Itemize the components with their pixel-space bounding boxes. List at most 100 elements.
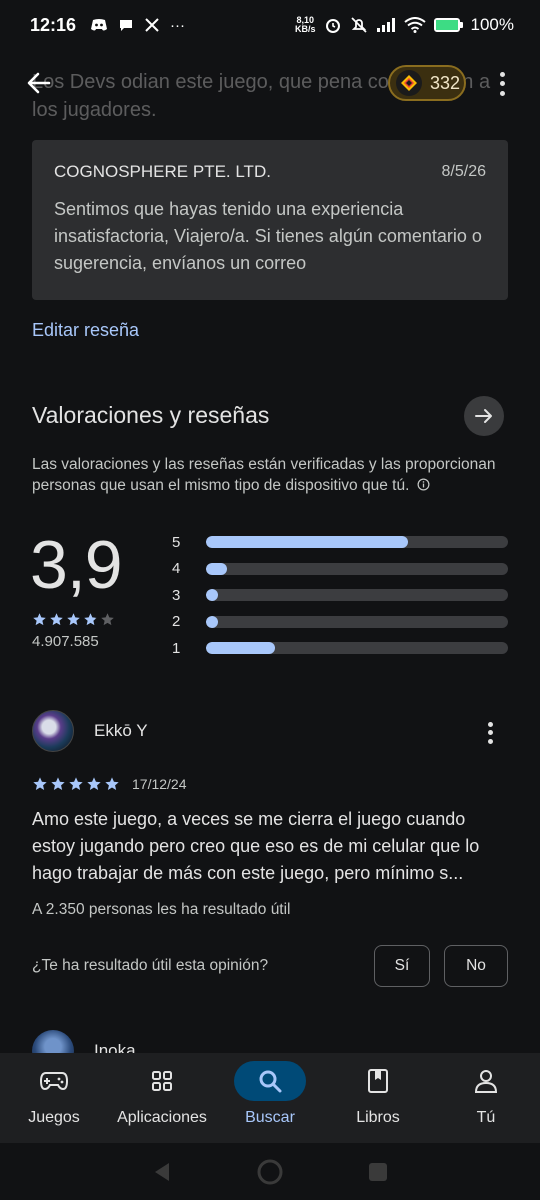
histogram-row: 2	[172, 609, 508, 636]
star-icon	[100, 612, 115, 627]
review-date: 17/12/24	[132, 776, 187, 792]
helpful-yes-button[interactable]: Sí	[374, 945, 430, 987]
histogram-star-label: 3	[172, 586, 181, 604]
histogram-star-label: 1	[172, 639, 181, 657]
chat-icon	[120, 20, 133, 31]
battery-fill	[435, 20, 458, 30]
histogram-star-label: 5	[172, 533, 181, 551]
developer-name: COGNOSPHERE PTE. LTD.	[54, 162, 271, 181]
histogram-star-label: 2	[172, 613, 181, 631]
review-text[interactable]: Amo este juego, a veces se me cierra el …	[32, 806, 508, 887]
histogram-row: 5	[172, 529, 508, 556]
more-options-button[interactable]	[490, 70, 514, 98]
avatar	[32, 710, 74, 752]
ratings-description: Las valoraciones y las reseñas están ver…	[32, 456, 496, 494]
top-app-bar: Los Devs odian este juego, que pena como…	[0, 58, 540, 121]
alarm-icon	[325, 19, 340, 33]
ratings-see-all-button[interactable]	[464, 396, 504, 436]
helpful-no-button[interactable]: No	[444, 945, 508, 987]
apps-grid-icon	[126, 1061, 198, 1101]
average-rating: 3,9	[30, 527, 123, 603]
nav-item-libros[interactable]: Libros	[324, 1053, 432, 1143]
star-icon	[49, 612, 64, 627]
histogram-track	[206, 562, 508, 575]
review-meta: 17/12/24	[32, 776, 508, 792]
play-points-icon	[396, 70, 422, 96]
star-icon	[68, 776, 84, 792]
back-button[interactable]	[22, 66, 56, 100]
notification-icons: ···	[90, 17, 185, 34]
nav-label: Buscar	[245, 1109, 295, 1126]
mute-bell-icon	[350, 17, 367, 33]
histogram-star-label: 4	[172, 560, 181, 578]
histogram-bar	[206, 642, 276, 655]
nav-label: Aplicaciones	[117, 1109, 207, 1126]
histogram-row: 4	[172, 556, 508, 583]
nav-label: Juegos	[28, 1109, 80, 1126]
star-icon	[50, 776, 66, 792]
reviewer-name: Ekkō Y	[94, 721, 148, 740]
average-rating-stars	[32, 612, 115, 627]
info-icon[interactable]	[417, 478, 430, 491]
nav-label: Tú	[476, 1109, 496, 1126]
more-notifications-icon: ···	[170, 16, 186, 34]
system-navigation-bar	[0, 1143, 540, 1200]
ratings-section-title: Valoraciones y reseñas	[32, 402, 270, 428]
nav-item-juegos[interactable]: Juegos	[0, 1053, 108, 1143]
star-icon	[66, 612, 81, 627]
nav-item-buscar[interactable]: Buscar	[216, 1053, 324, 1143]
histogram-track	[206, 642, 508, 655]
system-home-icon[interactable]	[257, 1159, 283, 1185]
x-logo-icon	[145, 18, 159, 32]
total-review-count: 4.907.585	[32, 633, 99, 650]
discord-icon	[91, 19, 108, 31]
histogram-bar	[206, 536, 409, 549]
play-points-value: 332	[430, 72, 461, 93]
histogram-bar	[206, 562, 228, 575]
histogram-bar	[206, 615, 219, 628]
arrow-right-icon	[475, 409, 492, 423]
person-icon	[450, 1061, 522, 1101]
search-icon	[234, 1061, 306, 1101]
nav-label: Libros	[356, 1109, 400, 1126]
bottom-navigation: Juegos Aplicaciones Buscar Libros Tú	[0, 1053, 540, 1143]
helpful-question: ¿Te ha resultado útil esta opinión?	[32, 957, 269, 974]
status-right: 8,10 KB/s 100%	[295, 15, 514, 35]
developer-reply-date: 8/5/26	[441, 163, 486, 180]
status-time: 12:16	[30, 14, 77, 35]
helpful-count: A 2.350 personas les ha resultado útil	[32, 901, 291, 918]
wifi-icon	[403, 17, 426, 33]
review-stars	[32, 776, 120, 792]
star-icon	[32, 612, 47, 627]
nav-item-aplicaciones[interactable]: Aplicaciones	[108, 1053, 216, 1143]
star-icon	[32, 776, 48, 792]
gamepad-icon	[18, 1061, 90, 1101]
star-icon	[86, 776, 102, 792]
histogram-track	[206, 589, 508, 602]
net-speed: 8,10 KB/s	[295, 15, 316, 34]
histogram-bar	[206, 589, 219, 602]
system-back-icon[interactable]	[151, 1161, 173, 1183]
star-icon	[104, 776, 120, 792]
developer-reply-card: COGNOSPHERE PTE. LTD. 8/5/26 Sentimos qu…	[32, 140, 508, 300]
nav-item-tu[interactable]: Tú	[432, 1053, 540, 1143]
signal-icon	[376, 18, 395, 32]
play-points-badge[interactable]: 332	[388, 65, 466, 101]
review-card: Ekkō Y 17/12/24 Amo este juego, a veces …	[32, 710, 508, 987]
status-bar: 12:16 ··· 8,10 KB/s 100%	[0, 0, 540, 50]
review-more-options-button[interactable]	[480, 720, 500, 746]
battery-percent: 100%	[470, 15, 514, 34]
reviewer-row: Ekkō Y	[32, 710, 508, 752]
battery-icon	[433, 18, 463, 32]
histogram-track	[206, 536, 508, 549]
helpful-row: ¿Te ha resultado útil esta opinión? Sí N…	[32, 945, 508, 987]
rating-histogram: 5 4 3 2 1	[172, 529, 508, 662]
edit-review-link[interactable]: Editar reseña	[32, 320, 139, 341]
system-recents-icon[interactable]	[367, 1161, 389, 1183]
histogram-row: 1	[172, 635, 508, 662]
star-icon	[83, 612, 98, 627]
histogram-track	[206, 615, 508, 628]
book-icon	[342, 1061, 414, 1101]
back-arrow-icon	[27, 72, 51, 94]
histogram-row: 3	[172, 582, 508, 609]
